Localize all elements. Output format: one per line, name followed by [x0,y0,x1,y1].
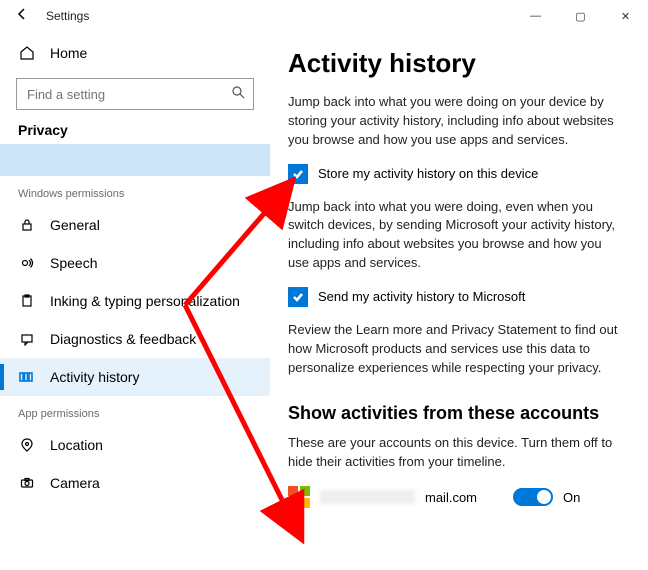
search-field[interactable] [25,86,231,103]
window-buttons: — ▢ ✕ [513,0,648,32]
clipboard-icon [18,292,36,310]
minimize-button[interactable]: — [513,0,558,32]
sidebar-item-inking[interactable]: Inking & typing personalization [0,282,270,320]
sidebar-item-general[interactable]: General [0,206,270,244]
checkbox-send-microsoft[interactable]: Send my activity history to Microsoft [288,287,624,307]
account-row: mail.com On [288,486,624,508]
close-button[interactable]: ✕ [603,0,648,32]
page-title: Activity history [288,48,624,79]
checkbox-label: Send my activity history to Microsoft [318,289,525,304]
microsoft-logo-icon [288,486,310,508]
location-icon [18,436,36,454]
sidebar-item-activity-history[interactable]: Activity history [0,358,270,396]
toggle-state-label: On [563,490,580,505]
checkbox-label: Store my activity history on this device [318,166,538,181]
account-email-suffix: mail.com [425,490,477,505]
sidebar-item-label: Speech [50,255,97,271]
sidebar-item-speech[interactable]: Speech [0,244,270,282]
sidebar-item-location[interactable]: Location [0,426,270,464]
window-title: Settings [46,9,89,23]
checkmark-icon [288,164,308,184]
sidebar-item-diagnostics[interactable]: Diagnostics & feedback [0,320,270,358]
camera-icon [18,474,36,492]
checkbox-store-activity[interactable]: Store my activity history on this device [288,164,624,184]
sidebar-item-home[interactable]: Home [0,34,270,72]
lock-icon [18,216,36,234]
sidebar-item-label: Location [50,437,103,453]
desc-p2: Jump back into what you were doing, even… [288,198,624,273]
titlebar: Settings — ▢ ✕ [0,0,648,32]
sidebar-section-privacy[interactable]: Privacy [0,122,270,138]
sidebar-category-windows: Windows permissions [0,188,270,200]
sidebar-highlight [0,144,270,176]
sidebar: Home Privacy Windows permissions General… [0,32,270,570]
checkmark-icon [288,287,308,307]
desc-p1: Jump back into what you were doing on yo… [288,93,624,150]
desc-p4: These are your accounts on this device. … [288,434,624,472]
speech-icon [18,254,36,272]
account-toggle[interactable] [513,488,553,506]
feedback-icon [18,330,36,348]
sidebar-item-label: Inking & typing personalization [50,293,240,309]
activity-icon [18,368,36,386]
sidebar-item-camera[interactable]: Camera [0,464,270,502]
search-input[interactable] [16,78,254,110]
search-icon [231,85,245,104]
account-email-redacted [320,490,415,504]
desc-p3: Review the Learn more and Privacy Statem… [288,321,624,378]
sidebar-item-label: General [50,217,100,233]
maximize-button[interactable]: ▢ [558,0,603,32]
sidebar-item-label: Activity history [50,369,139,385]
back-button[interactable] [12,7,32,26]
section-accounts-title: Show activities from these accounts [288,403,624,424]
sidebar-category-app: App permissions [0,408,270,420]
home-icon [18,44,36,62]
sidebar-item-label: Camera [50,475,100,491]
main-content: Activity history Jump back into what you… [270,32,648,570]
sidebar-item-label: Diagnostics & feedback [50,331,196,347]
sidebar-item-label: Home [50,45,87,61]
